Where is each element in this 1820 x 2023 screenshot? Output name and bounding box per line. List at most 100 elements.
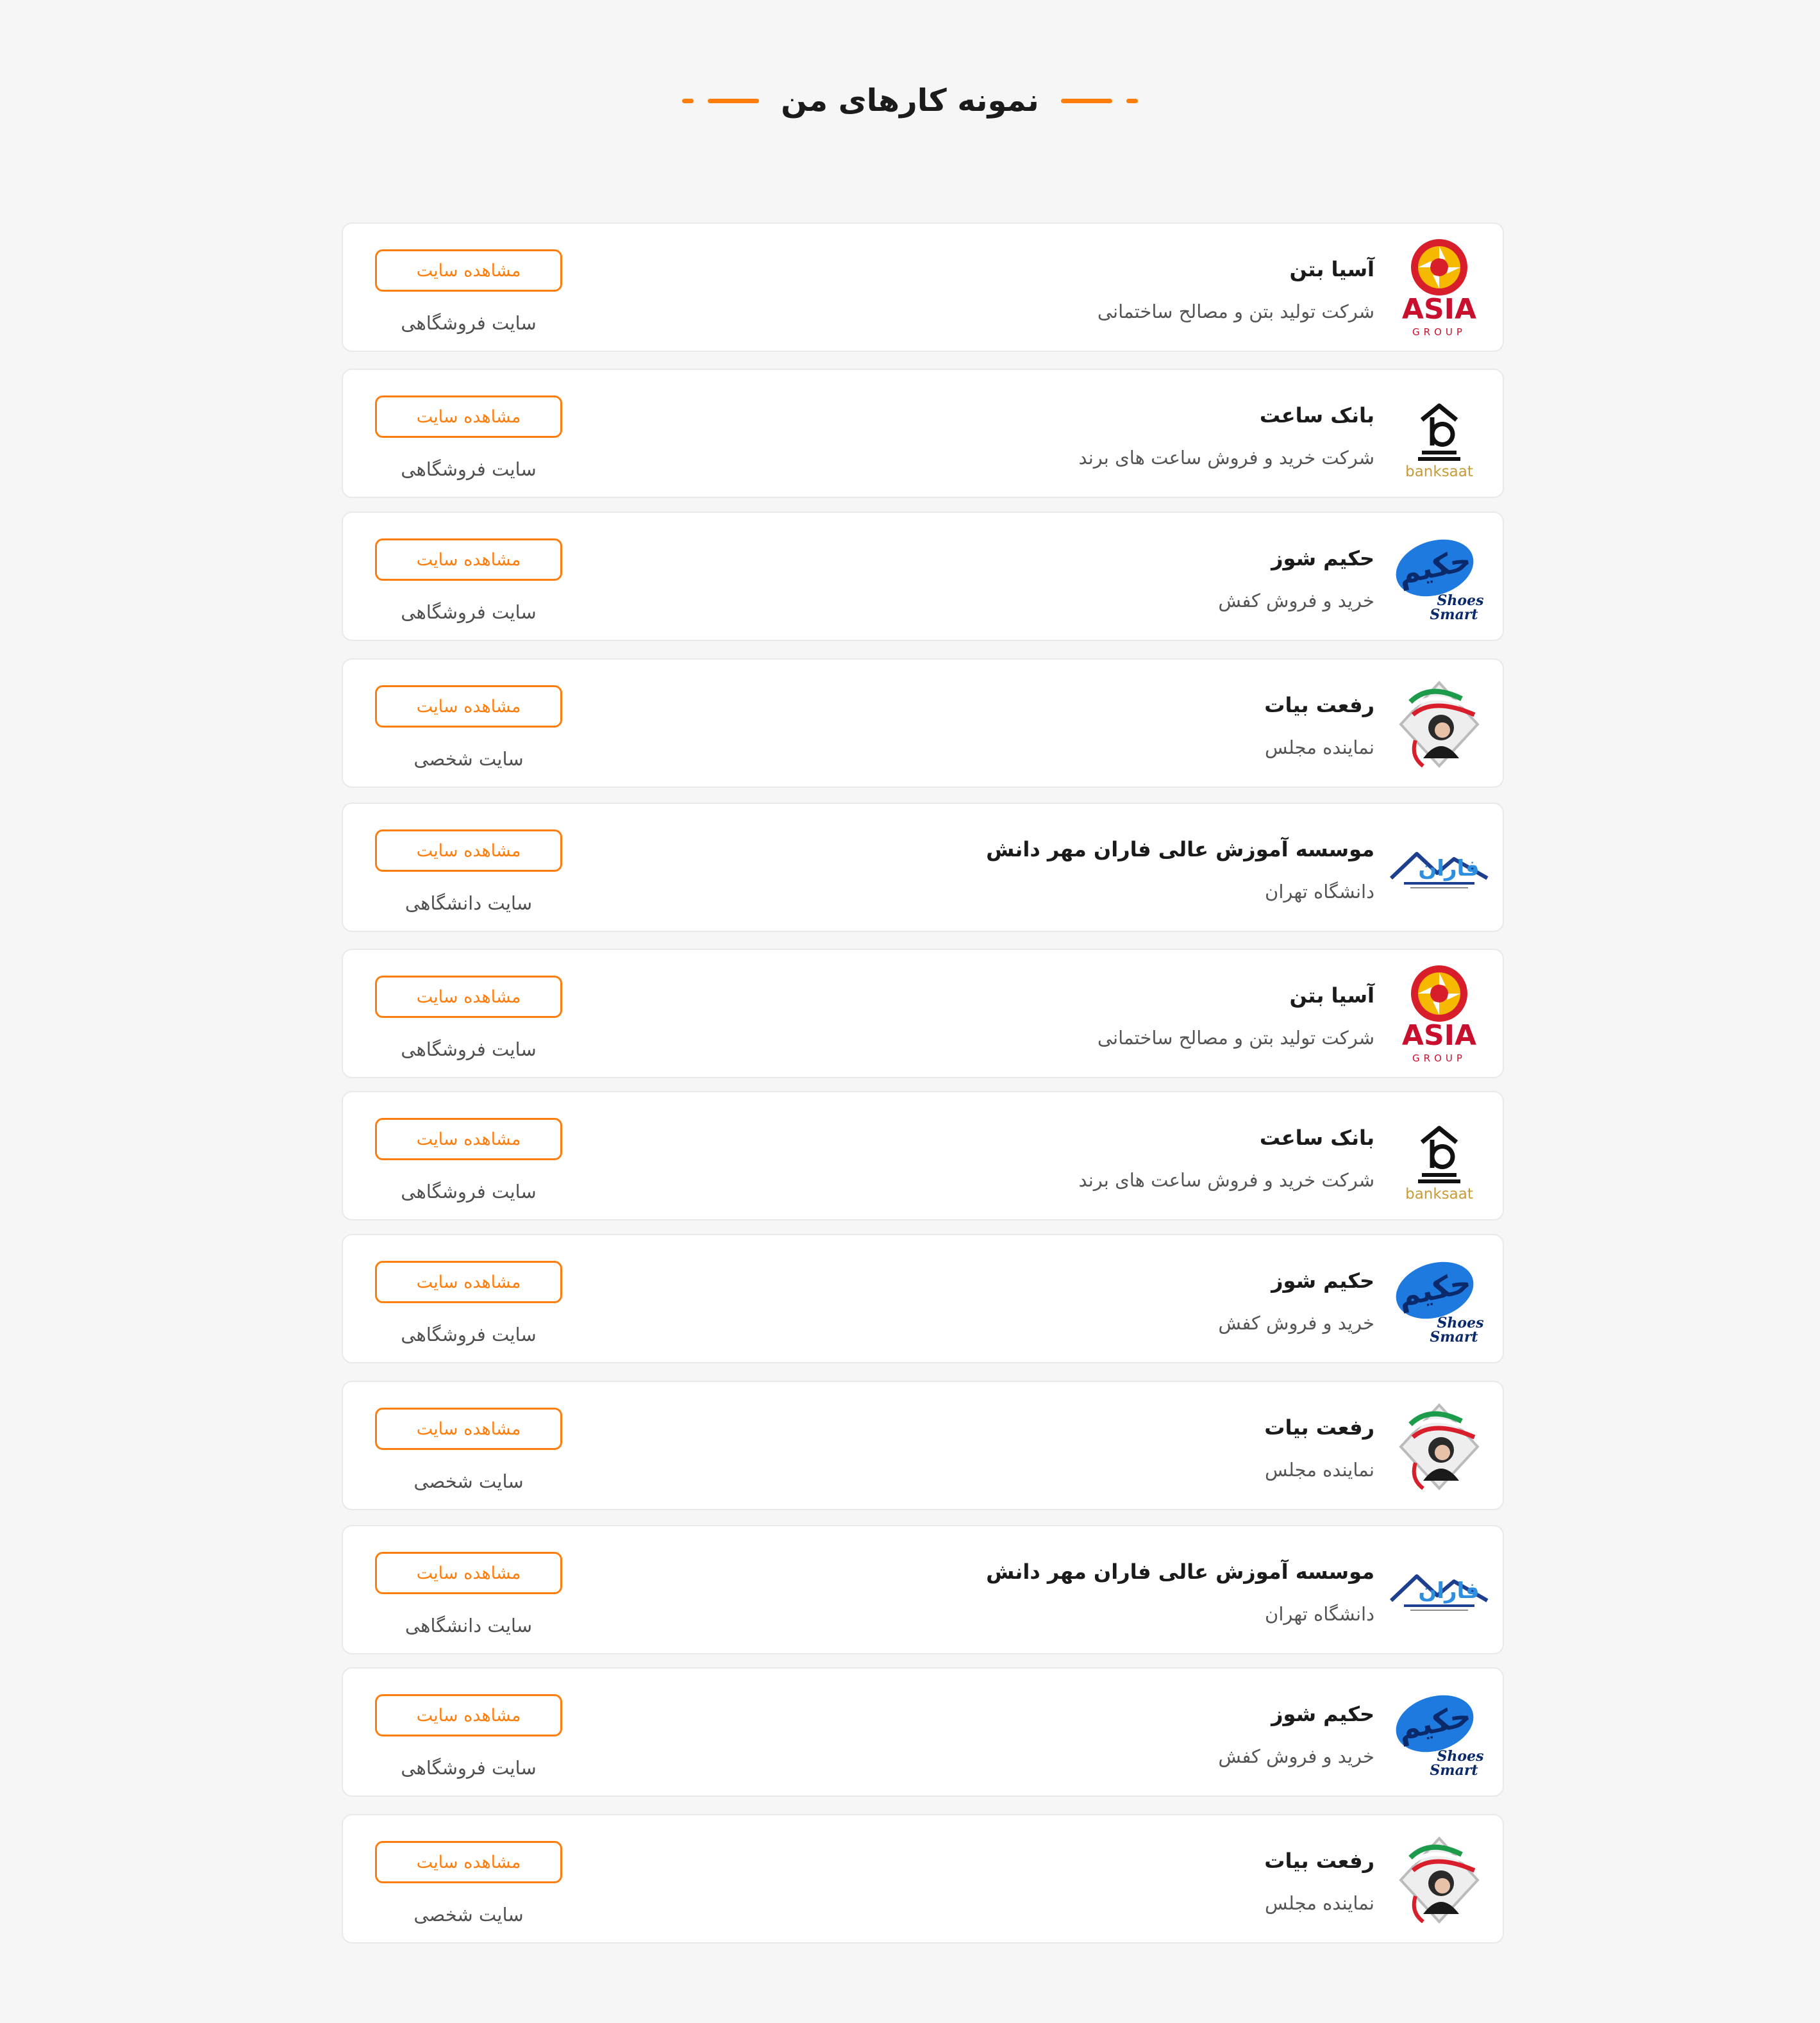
project-description: شرکت خرید و فروش ساعت های برند: [1078, 1169, 1375, 1191]
project-description: خرید و فروش کفش: [1218, 1745, 1374, 1767]
banksaat-logo: banksaat: [1385, 1103, 1494, 1211]
site-type-label: سایت دانشگاهی: [405, 892, 533, 914]
view-site-button[interactable]: مشاهده سایت: [375, 249, 562, 292]
card-actions: مشاهده سایت سایت دانشگاهی: [375, 829, 562, 914]
card-info: حکیم شوز خرید و فروش کفش: [1218, 546, 1374, 612]
project-card: مشاهده سایت سایت فروشگاهی حکیم شوز خرید …: [342, 512, 1504, 641]
card-actions: مشاهده سایت سایت شخصی: [375, 1408, 562, 1492]
view-site-button[interactable]: مشاهده سایت: [375, 1694, 562, 1736]
card-info: بانک ساعت شرکت خرید و فروش ساعت های برند: [1079, 403, 1375, 469]
svg-text:GROUP: GROUP: [1412, 326, 1466, 338]
project-name: موسسه آموزش عالی فاران مهر دانش: [986, 837, 1374, 862]
project-description: شرکت تولید بتن و مصالح ساختمانی: [1097, 1027, 1374, 1049]
card-info: موسسه آموزش عالی فاران مهر دانش دانشگاه …: [986, 837, 1374, 903]
dash-decoration: [708, 98, 760, 103]
site-type-label: سایت شخصی: [413, 748, 524, 770]
portrait-logo: [1385, 1826, 1494, 1935]
svg-text:حکیم: حکیم: [1395, 542, 1474, 592]
card-actions: مشاهده سایت سایت فروشگاهی: [375, 1261, 562, 1345]
site-type-label: سایت فروشگاهی: [401, 1324, 537, 1345]
view-site-button[interactable]: مشاهده سایت: [375, 1841, 562, 1883]
project-card: مشاهده سایت سایت فروشگاهی آسیا بتن شرکت …: [342, 949, 1504, 1078]
project-description: شرکت تولید بتن و مصالح ساختمانی: [1097, 301, 1374, 322]
svg-text:ASIA: ASIA: [1402, 1019, 1476, 1052]
project-card: مشاهده سایت سایت شخصی رفعت بیات نماینده …: [342, 1381, 1504, 1510]
card-actions: مشاهده سایت سایت فروشگاهی: [375, 249, 562, 334]
project-description: دانشگاه تهران: [1265, 1603, 1374, 1625]
view-site-button[interactable]: مشاهده سایت: [375, 685, 562, 728]
section-title: نمونه کارهای من: [781, 83, 1039, 119]
card-info: آسیا بتن شرکت تولید بتن و مصالح ساختمانی: [1098, 257, 1374, 322]
svg-text:فاران: فاران: [1418, 1578, 1479, 1604]
view-site-button[interactable]: مشاهده سایت: [375, 976, 562, 1018]
project-description: دانشگاه تهران: [1265, 881, 1374, 903]
card-info: رفعت بیات نماینده مجلس: [1264, 693, 1374, 758]
right-decoration: [1060, 98, 1138, 103]
card-actions: مشاهده سایت سایت فروشگاهی: [375, 395, 562, 480]
project-name: رفعت بیات: [1264, 1849, 1374, 1873]
project-description: نماینده مجلس: [1265, 1892, 1374, 1914]
project-card: مشاهده سایت سایت فروشگاهی آسیا بتن شرکت …: [342, 222, 1504, 352]
svg-text:Smart: Smart: [1430, 1329, 1478, 1345]
site-type-label: سایت فروشگاهی: [401, 312, 537, 334]
card-actions: مشاهده سایت سایت شخصی: [375, 1841, 562, 1926]
card-info: بانک ساعت شرکت خرید و فروش ساعت های برند: [1079, 1126, 1375, 1191]
view-site-button[interactable]: مشاهده سایت: [375, 1261, 562, 1303]
project-card: مشاهده سایت سایت فروشگاهی حکیم شوز خرید …: [342, 1234, 1504, 1363]
project-description: خرید و فروش کفش: [1218, 590, 1374, 612]
hakim-shoes-logo: حکیم Shoes Smart: [1385, 1679, 1494, 1788]
site-type-label: سایت فروشگاهی: [401, 1038, 537, 1060]
svg-text:Smart: Smart: [1430, 606, 1478, 623]
project-name: موسسه آموزش عالی فاران مهر دانش: [986, 1560, 1374, 1584]
card-actions: مشاهده سایت سایت فروشگاهی: [375, 538, 562, 623]
svg-text:ASIA: ASIA: [1402, 293, 1476, 326]
portrait-logo: [1385, 670, 1494, 779]
site-type-label: سایت دانشگاهی: [405, 1615, 533, 1636]
svg-text:حکیم: حکیم: [1395, 1265, 1474, 1314]
card-info: آسیا بتن شرکت تولید بتن و مصالح ساختمانی: [1098, 983, 1374, 1049]
project-name: حکیم شوز: [1271, 546, 1374, 570]
svg-text:banksaat: banksaat: [1405, 463, 1473, 480]
portrait-logo: [1385, 1392, 1494, 1501]
dash-decoration: [1126, 98, 1138, 103]
site-type-label: سایت شخصی: [413, 1904, 524, 1926]
card-actions: مشاهده سایت سایت شخصی: [375, 685, 562, 770]
faran-logo: فاران: [1385, 814, 1494, 923]
card-actions: مشاهده سایت سایت دانشگاهی: [375, 1552, 562, 1636]
project-card: مشاهده سایت سایت شخصی رفعت بیات نماینده …: [342, 1814, 1504, 1944]
view-site-button[interactable]: مشاهده سایت: [375, 1118, 562, 1160]
project-name: رفعت بیات: [1264, 693, 1374, 717]
project-name: آسیا بتن: [1289, 983, 1374, 1008]
view-site-button[interactable]: مشاهده سایت: [375, 1552, 562, 1594]
project-name: آسیا بتن: [1289, 257, 1374, 281]
hakim-shoes-logo: حکیم Shoes Smart: [1385, 1245, 1494, 1354]
project-card: مشاهده سایت سایت فروشگاهی بانک ساعت شرکت…: [342, 1091, 1504, 1220]
view-site-button[interactable]: مشاهده سایت: [375, 829, 562, 872]
project-name: حکیم شوز: [1271, 1269, 1374, 1293]
project-name: رفعت بیات: [1264, 1415, 1374, 1440]
banksaat-logo: banksaat: [1385, 380, 1494, 489]
card-actions: مشاهده سایت سایت فروشگاهی: [375, 976, 562, 1060]
project-description: نماینده مجلس: [1265, 737, 1374, 758]
project-description: شرکت خرید و فروش ساعت های برند: [1078, 447, 1375, 469]
dash-decoration: [682, 98, 694, 103]
card-info: رفعت بیات نماینده مجلس: [1264, 1415, 1374, 1481]
project-card: مشاهده سایت سایت فروشگاهی بانک ساعت شرکت…: [342, 369, 1504, 498]
svg-text:حکیم: حکیم: [1395, 1698, 1474, 1747]
card-actions: مشاهده سایت سایت فروشگاهی: [375, 1118, 562, 1203]
view-site-button[interactable]: مشاهده سایت: [375, 538, 562, 581]
dash-decoration: [1060, 98, 1112, 103]
left-decoration: [682, 98, 760, 103]
section-header: نمونه کارهای من: [0, 72, 1820, 129]
site-type-label: سایت فروشگاهی: [401, 1181, 537, 1203]
card-actions: مشاهده سایت سایت فروشگاهی: [375, 1694, 562, 1779]
project-card: مشاهده سایت سایت شخصی رفعت بیات نماینده …: [342, 658, 1504, 788]
project-description: خرید و فروش کفش: [1218, 1312, 1374, 1334]
site-type-label: سایت فروشگاهی: [401, 458, 537, 480]
asia-group-logo: ASIA GROUP: [1385, 960, 1494, 1069]
hakim-shoes-logo: حکیم Shoes Smart: [1385, 523, 1494, 632]
view-site-button[interactable]: مشاهده سایت: [375, 395, 562, 438]
view-site-button[interactable]: مشاهده سایت: [375, 1408, 562, 1450]
faran-logo: فاران: [1385, 1536, 1494, 1645]
asia-group-logo: ASIA GROUP: [1385, 234, 1494, 343]
